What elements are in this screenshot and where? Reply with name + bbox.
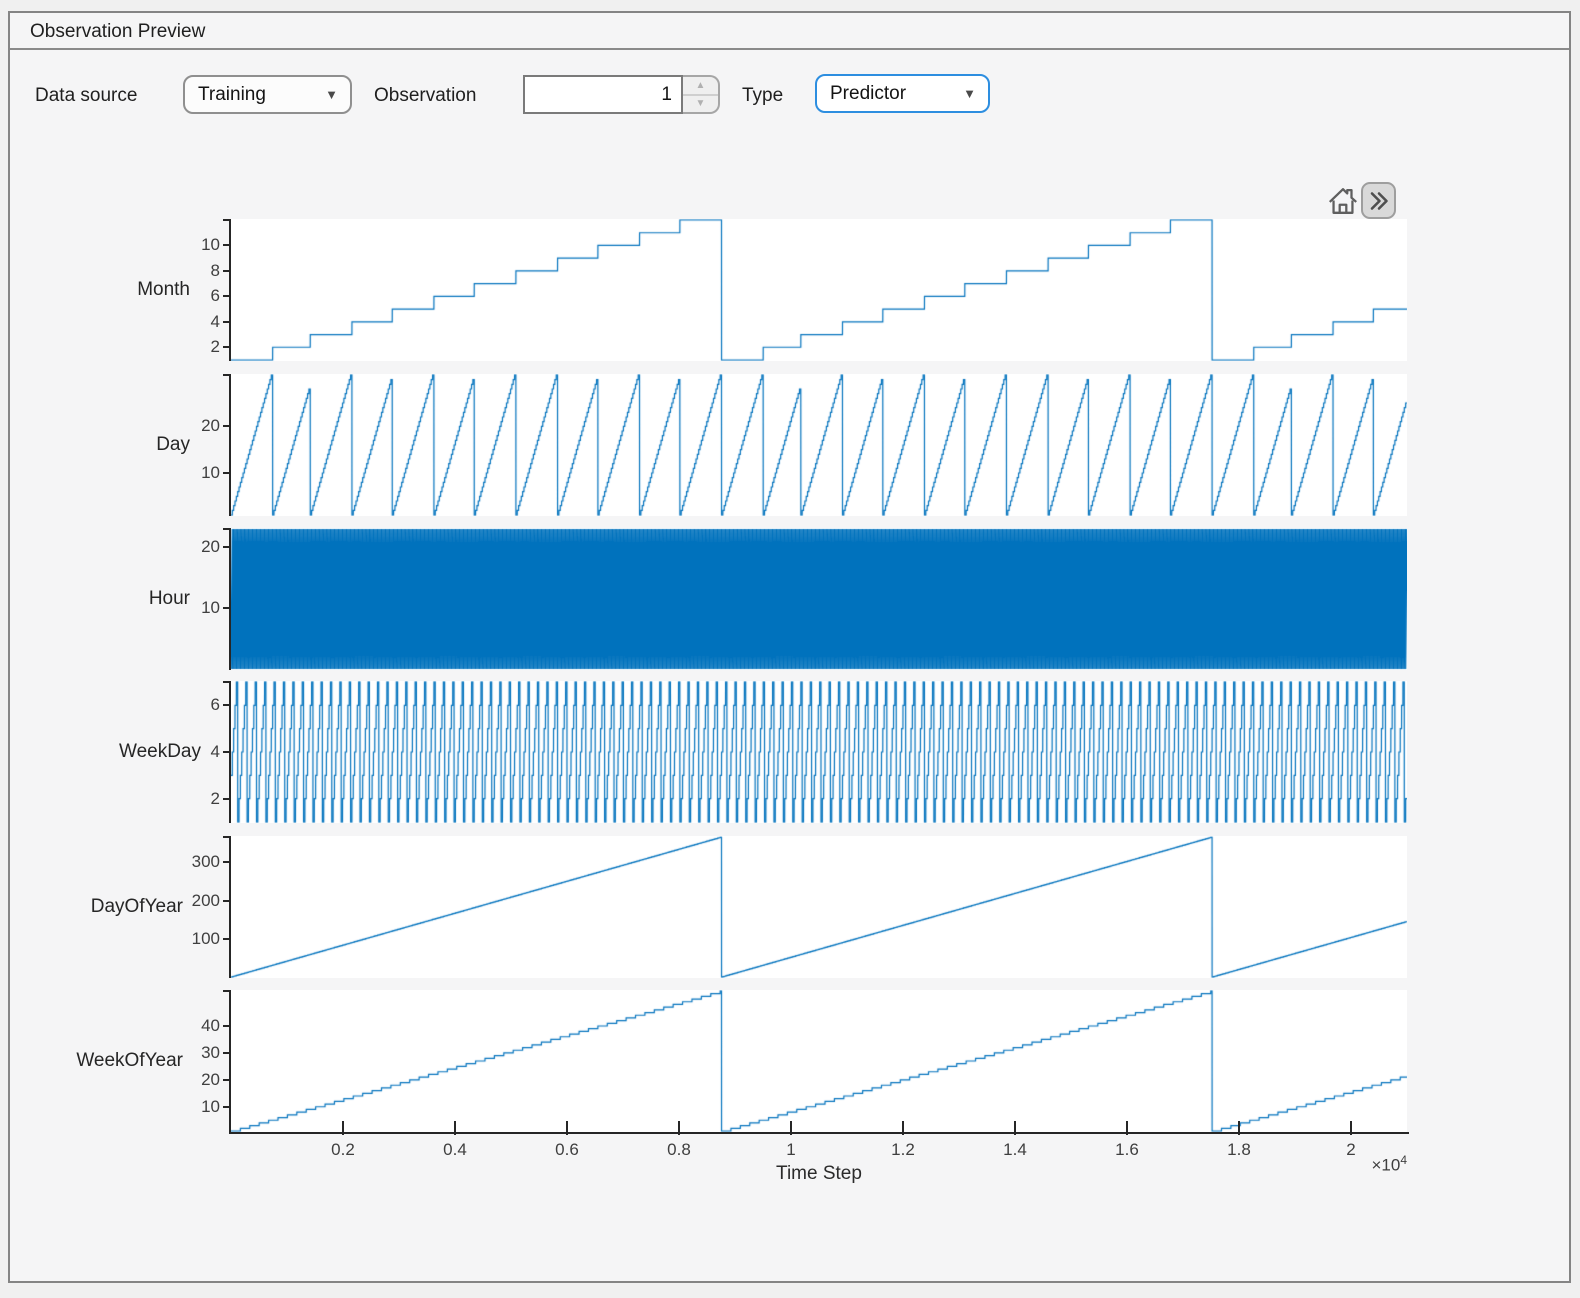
plot-canvas-day_of_week bbox=[231, 681, 1407, 823]
x-tick-label: 1.6 bbox=[1097, 1140, 1157, 1160]
y-tick-mark bbox=[223, 900, 231, 902]
plot-area-day_of_month[interactable] bbox=[229, 374, 1407, 516]
y-tick-label: 2 bbox=[160, 788, 220, 810]
y-tick-mark bbox=[223, 374, 231, 376]
plot-canvas-month_of_year bbox=[231, 219, 1407, 361]
y-tick-mark bbox=[223, 270, 231, 272]
x-tick-mark bbox=[566, 1121, 568, 1135]
x-tick-label: 0.4 bbox=[425, 1140, 485, 1160]
axes-toolbar bbox=[1324, 182, 1396, 219]
y-tick-mark bbox=[223, 295, 231, 297]
y-tick-mark bbox=[223, 751, 231, 753]
x-tick-label: 0.2 bbox=[313, 1140, 373, 1160]
y-tick-label: 300 bbox=[160, 851, 220, 873]
plot-canvas-day_of_month bbox=[231, 374, 1407, 516]
y-tick-mark bbox=[223, 1025, 231, 1027]
x-tick-mark bbox=[902, 1121, 904, 1135]
panel-title: Observation Preview bbox=[30, 21, 205, 42]
y-tick-mark bbox=[223, 681, 231, 683]
y-axis-label-month_of_year: Month bbox=[137, 278, 190, 302]
y-tick-mark bbox=[223, 219, 231, 221]
x-tick-mark bbox=[1238, 1121, 1240, 1135]
y-tick-mark bbox=[223, 346, 231, 348]
x-tick-label: 1 bbox=[761, 1140, 821, 1160]
y-tick-mark bbox=[223, 425, 231, 427]
y-tick-label: 100 bbox=[160, 928, 220, 950]
plot-area-month_of_year[interactable] bbox=[229, 219, 1407, 361]
plot-canvas-day_of_year bbox=[231, 836, 1407, 978]
y-tick-mark bbox=[223, 861, 231, 863]
x-tick-mark bbox=[454, 1121, 456, 1135]
plot-area-week_of_year[interactable] bbox=[229, 990, 1407, 1132]
x-tick-label: 1.2 bbox=[873, 1140, 933, 1160]
x-tick-mark bbox=[790, 1121, 792, 1135]
x-tick-label: 1.4 bbox=[985, 1140, 1045, 1160]
y-tick-mark bbox=[223, 836, 231, 838]
y-tick-label: 10 bbox=[160, 1096, 220, 1118]
y-tick-mark bbox=[223, 528, 231, 530]
y-axis-label-hour_of_day: Hour bbox=[149, 587, 190, 611]
y-tick-mark bbox=[223, 321, 231, 323]
x-tick-label: 1.8 bbox=[1209, 1140, 1269, 1160]
x-tick-mark bbox=[1126, 1121, 1128, 1135]
y-tick-mark bbox=[223, 938, 231, 940]
panel-title-bar: Observation Preview bbox=[10, 13, 1569, 50]
y-tick-mark bbox=[223, 798, 231, 800]
double-chevron-expand-icon[interactable] bbox=[1361, 182, 1396, 219]
y-tick-label: 40 bbox=[160, 1015, 220, 1037]
y-axis-label-day_of_month: Day bbox=[156, 433, 190, 457]
x-tick-mark bbox=[1350, 1121, 1352, 1135]
y-tick-mark bbox=[223, 472, 231, 474]
y-tick-mark bbox=[223, 704, 231, 706]
y-tick-label: 4 bbox=[160, 311, 220, 333]
x-tick-mark bbox=[342, 1121, 344, 1135]
y-tick-mark bbox=[223, 990, 231, 992]
x-tick-label: 2 bbox=[1321, 1140, 1381, 1160]
x-tick-mark bbox=[1014, 1121, 1016, 1135]
y-tick-label: 20 bbox=[160, 536, 220, 558]
y-tick-mark bbox=[223, 244, 231, 246]
y-tick-mark bbox=[223, 546, 231, 548]
plot-area-hour_of_day[interactable] bbox=[229, 528, 1407, 670]
y-tick-mark bbox=[223, 607, 231, 609]
x-tick-label: 0.8 bbox=[649, 1140, 709, 1160]
x-axis-line bbox=[229, 1132, 1409, 1134]
plot-area-day_of_year[interactable] bbox=[229, 836, 1407, 978]
x-axis-title: Time Step bbox=[231, 1163, 1407, 1185]
y-axis-label-day_of_week: WeekDay bbox=[119, 740, 201, 764]
observation-preview-panel: Observation Preview Data source Training… bbox=[8, 11, 1571, 1283]
y-axis-label-week_of_year: WeekOfYear bbox=[76, 1049, 183, 1073]
home-icon[interactable] bbox=[1324, 182, 1361, 219]
y-tick-label: 6 bbox=[160, 694, 220, 716]
plot-canvas-hour_of_day bbox=[231, 528, 1407, 670]
x-tick-label: 0.6 bbox=[537, 1140, 597, 1160]
y-tick-label: 10 bbox=[160, 234, 220, 256]
y-tick-label: 10 bbox=[160, 462, 220, 484]
plot-area-day_of_week[interactable] bbox=[229, 681, 1407, 823]
y-tick-mark bbox=[223, 1106, 231, 1108]
x-tick-mark bbox=[678, 1121, 680, 1135]
y-tick-mark bbox=[223, 1052, 231, 1054]
y-tick-label: 2 bbox=[160, 336, 220, 358]
y-axis-label-day_of_year: DayOfYear bbox=[91, 895, 183, 919]
y-tick-mark bbox=[223, 1079, 231, 1081]
plot-region: Time Step ×104 246810Month1020Day1020Hou… bbox=[10, 52, 1569, 1281]
plot-canvas-week_of_year bbox=[231, 990, 1407, 1132]
